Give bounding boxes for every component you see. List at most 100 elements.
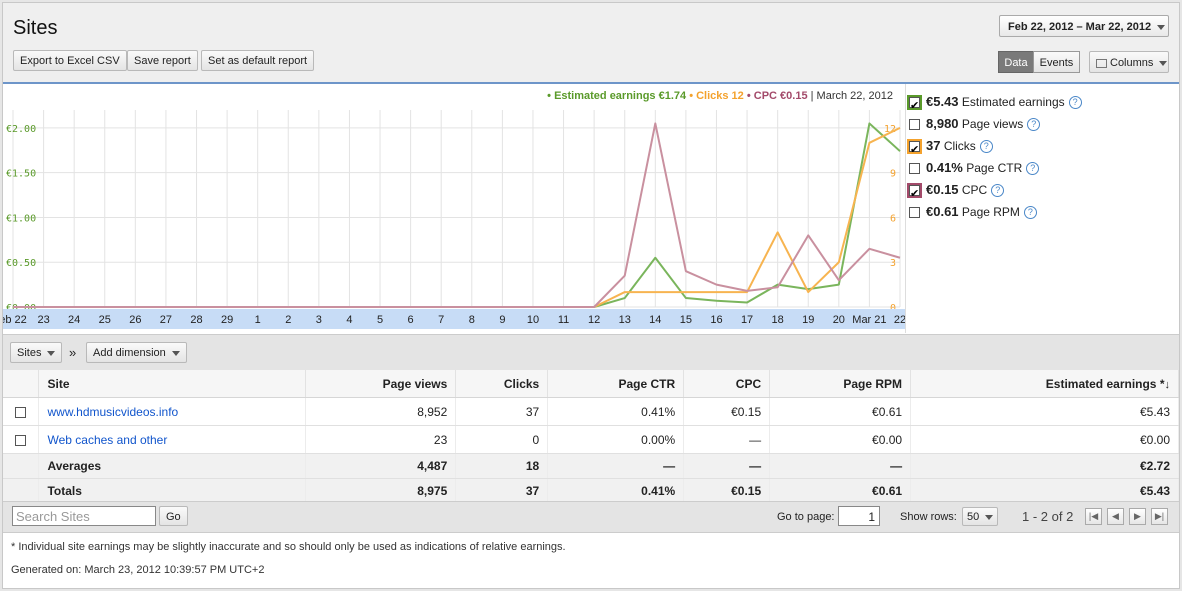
metric-checkbox[interactable] (907, 95, 922, 117)
chevron-down-icon (1157, 24, 1166, 30)
metric-page-ctr[interactable]: 0.41% Page CTR? (909, 157, 1169, 179)
chevron-down-icon (47, 350, 56, 356)
row-checkbox[interactable] (15, 434, 27, 446)
chart-area: • Estimated earnings €1.74 • Clicks 12 •… (3, 84, 906, 333)
x-tick-label: 20 (833, 314, 845, 326)
goto-page-input[interactable]: 1 (838, 506, 880, 526)
metric-estimated-earnings[interactable]: €5.43 Estimated earnings? (907, 91, 1169, 117)
column-header-site[interactable]: Site (38, 370, 307, 398)
table-header-row: Site Page views Clicks Page CTR CPC Page… (3, 370, 1179, 398)
sites-table: Site Page views Clicks Page CTR CPC Page… (3, 370, 1179, 504)
column-header-estimated-earnings[interactable]: Estimated earnings *↓ (910, 370, 1179, 398)
help-icon[interactable]: ? (1023, 206, 1037, 220)
sort-descending-icon: ↓ (1164, 378, 1171, 391)
metric-checkbox[interactable] (909, 163, 920, 175)
search-go-button[interactable]: Go (159, 506, 188, 526)
metric-page-rpm[interactable]: €0.61 Page RPM? (909, 201, 1169, 223)
previous-page-button[interactable]: ◀ (1107, 508, 1124, 525)
x-tick-label: 15 (680, 314, 692, 326)
last-page-icon: ▶| (1154, 511, 1165, 521)
x-tick-label: 16 (710, 314, 722, 326)
page-range: 1 - 2 of 2 (1022, 509, 1074, 524)
x-tick-label: 19 (802, 314, 814, 326)
report-header: Sites Export to Excel CSV Save report Se… (3, 3, 1179, 84)
y-left-tick-label: €1.50 (6, 169, 36, 180)
set-default-report-button[interactable]: Set as default report (201, 50, 315, 71)
chevron-down-icon (1159, 60, 1168, 66)
metric-cpc[interactable]: €0.15 CPC? (907, 179, 1169, 205)
metric-selector: €5.43 Estimated earnings? 8,980 Page vie… (907, 91, 1169, 223)
metric-checkbox[interactable] (907, 183, 922, 205)
columns-label: Columns (1110, 57, 1154, 69)
metric-page-views[interactable]: 8,980 Page views? (909, 113, 1169, 135)
x-tick-label: 12 (588, 314, 600, 326)
data-view-toggle[interactable]: Data (998, 51, 1034, 73)
metric-checkbox[interactable] (907, 139, 922, 161)
x-tick-label: 11 (558, 314, 569, 326)
generated-timestamp: Generated on: March 23, 2012 10:39:57 PM… (11, 564, 265, 576)
x-tick-label: 22 (894, 314, 905, 326)
dimension-bar: Sites » Add dimension (3, 334, 1179, 371)
x-tick-label: 14 (649, 314, 661, 326)
column-header-page-rpm[interactable]: Page RPM (769, 370, 912, 398)
metric-checkbox[interactable] (909, 207, 920, 219)
x-tick-label: 26 (129, 314, 141, 326)
columns-button[interactable]: Columns (1089, 51, 1169, 73)
column-header-clicks[interactable]: Clicks (455, 370, 549, 398)
x-tick-label: 25 (99, 314, 111, 326)
metric-clicks[interactable]: 37 Clicks? (907, 135, 1169, 161)
show-rows-label: Show rows: (900, 511, 957, 523)
site-link[interactable]: Web caches and other (38, 425, 307, 454)
x-tick-label: 23 (37, 314, 49, 326)
next-page-button[interactable]: ▶ (1129, 508, 1146, 525)
events-view-toggle[interactable]: Events (1033, 51, 1080, 73)
page-title: Sites (13, 17, 58, 39)
x-tick-label: 7 (438, 314, 444, 326)
export-csv-button[interactable]: Export to Excel CSV (13, 50, 127, 71)
series-line-cpc (13, 122, 901, 308)
y-right-tick-label: 3 (890, 258, 896, 269)
sites-dimension-button[interactable]: Sites (10, 342, 63, 363)
row-checkbox[interactable] (15, 406, 27, 418)
column-header-page-ctr[interactable]: Page CTR (547, 370, 685, 398)
help-icon[interactable]: ? (1026, 162, 1040, 176)
totals-row: Totals 8,975 37 0.41% €0.15 €0.61 €5.43 (3, 478, 1179, 504)
x-tick-label: 24 (68, 314, 80, 326)
x-tick-label: 3 (316, 314, 322, 326)
y-left-tick-label: €0.50 (6, 258, 36, 269)
goto-page-label: Go to page: (777, 511, 835, 523)
x-tick-label: 6 (408, 314, 414, 326)
add-dimension-button[interactable]: Add dimension (86, 342, 187, 363)
averages-row: Averages 4,487 18 — — — €2.72 (3, 453, 1179, 479)
help-icon[interactable]: ? (1027, 118, 1041, 132)
site-link[interactable]: www.hdmusicvideos.info (38, 397, 307, 426)
last-page-button[interactable]: ▶| (1151, 508, 1168, 525)
metric-checkbox[interactable] (909, 119, 920, 131)
column-header-cpc[interactable]: CPC (683, 370, 771, 398)
rows-per-page-select[interactable]: 50 (962, 507, 999, 526)
table-row: www.hdmusicvideos.info 8,952 37 0.41% €0… (3, 397, 1179, 426)
x-tick-label: 2 (285, 314, 291, 326)
date-range-picker[interactable]: Feb 22, 2012 – Mar 22, 2012 (999, 15, 1169, 37)
search-sites-input[interactable]: Search Sites (12, 506, 156, 526)
series-line-estimated-earnings (13, 122, 901, 308)
x-tick-label: 8 (469, 314, 475, 326)
chevron-left-icon: ◀ (1112, 511, 1119, 521)
x-tick-label: 17 (741, 314, 753, 326)
help-icon[interactable]: ? (979, 140, 993, 154)
x-tick-label: 4 (346, 314, 352, 326)
earnings-footnote: * Individual site earnings may be slight… (11, 541, 566, 553)
save-report-button[interactable]: Save report (127, 50, 198, 71)
chevron-down-icon (985, 514, 994, 520)
column-header-page-views[interactable]: Page views (305, 370, 457, 398)
x-tick-label: 9 (499, 314, 505, 326)
help-icon[interactable]: ? (991, 184, 1005, 198)
first-page-button[interactable]: |◀ (1085, 508, 1102, 525)
help-icon[interactable]: ? (1068, 96, 1082, 110)
line-chart[interactable]: €0.00€0.50€1.00€1.50€2.00036912eb 222324… (3, 84, 905, 333)
breadcrumb-separator: » (69, 345, 77, 360)
x-tick-label: 10 (527, 314, 539, 326)
first-page-icon: |◀ (1088, 511, 1099, 521)
y-right-tick-label: 6 (890, 213, 896, 224)
x-tick-label: 18 (772, 314, 784, 326)
